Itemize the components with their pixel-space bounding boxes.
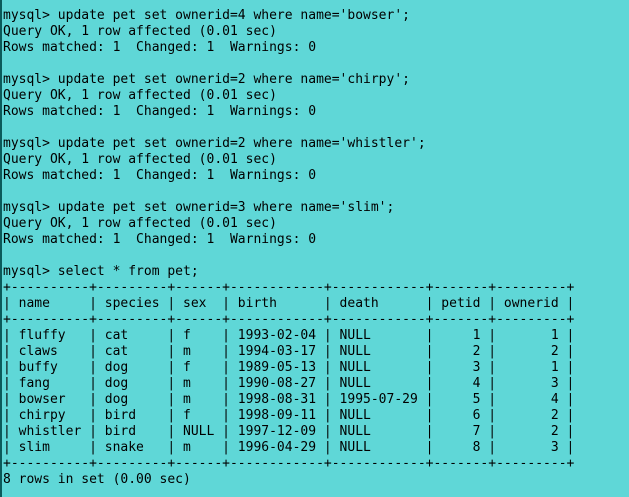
terminal-line: Query OK, 1 row affected (0.01 sec) (3, 88, 277, 103)
table-header-row: | name | species | sex | birth | death |… (3, 296, 575, 311)
table-row: | fluffy | cat | f | 1993-02-04 | NULL |… (3, 328, 575, 343)
terminal-line: 8 rows in set (0.00 sec) (3, 472, 191, 487)
terminal-line: mysql> update pet set ownerid=2 where na… (3, 136, 426, 151)
terminal-line: Query OK, 1 row affected (0.01 sec) (3, 24, 277, 39)
table-row: | buffy | dog | f | 1989-05-13 | NULL | … (3, 360, 575, 375)
table-border: +----------+---------+------+-----------… (3, 456, 575, 471)
terminal-line: Rows matched: 1 Changed: 1 Warnings: 0 (3, 232, 317, 247)
table-border: +----------+---------+------+-----------… (3, 312, 575, 327)
table-row: | claws | cat | m | 1994-03-17 | NULL | … (3, 344, 575, 359)
terminal-line: Rows matched: 1 Changed: 1 Warnings: 0 (3, 168, 317, 183)
table-row: | whistler | bird | NULL | 1997-12-09 | … (3, 424, 575, 439)
table-row: | chirpy | bird | f | 1998-09-11 | NULL … (3, 408, 575, 423)
terminal-window[interactable]: mysql> update pet set ownerid=4 where na… (0, 0, 629, 497)
table-row: | bowser | dog | m | 1998-08-31 | 1995-0… (3, 392, 575, 407)
table-border: +----------+---------+------+-----------… (3, 280, 575, 295)
table-row: | fang | dog | m | 1990-08-27 | NULL | 4… (3, 376, 575, 391)
terminal-line: Rows matched: 1 Changed: 1 Warnings: 0 (3, 104, 317, 119)
table-row: | slim | snake | m | 1996-04-29 | NULL |… (3, 440, 575, 455)
terminal-line: Rows matched: 1 Changed: 1 Warnings: 0 (3, 40, 317, 55)
terminal-line: mysql> update pet set ownerid=3 where na… (3, 200, 395, 215)
terminal-line: mysql> update pet set ownerid=4 where na… (3, 8, 410, 23)
terminal-line: Query OK, 1 row affected (0.01 sec) (3, 152, 277, 167)
terminal-line: mysql> select * from pet; (3, 264, 199, 279)
terminal-line: mysql> update pet set ownerid=2 where na… (3, 72, 410, 87)
terminal-line: Query OK, 1 row affected (0.01 sec) (3, 216, 277, 231)
